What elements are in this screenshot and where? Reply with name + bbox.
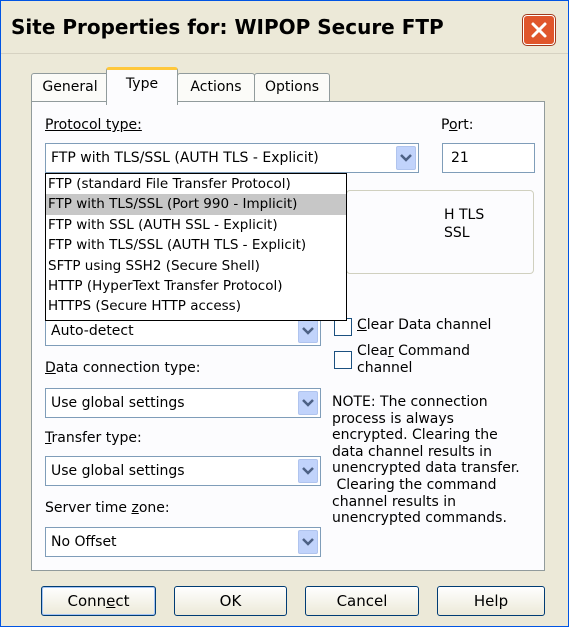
server-time-zone-label: Server time zone: xyxy=(45,500,170,516)
clear-data-label-rest: lear Data channel xyxy=(366,317,492,333)
connect-label-b: ct xyxy=(115,592,130,610)
group-text-line1: H TLS xyxy=(444,207,485,223)
note-line: data channel results in xyxy=(332,443,492,460)
note-line: unencrypted data transfer. xyxy=(332,460,520,477)
connect-label-a: Conn xyxy=(67,592,107,610)
clear-command-label-b: Command xyxy=(393,343,471,359)
protocol-option[interactable]: SFTP using SSH2 (Secure Shell) xyxy=(46,256,346,276)
port-label-b: rt: xyxy=(457,117,474,133)
ok-button[interactable]: OK xyxy=(174,586,287,616)
chevron-down-icon xyxy=(302,327,314,335)
tab-options[interactable]: Options xyxy=(254,73,330,102)
protocol-type-dropdown-list: FTP (standard File Transfer Protocol) FT… xyxy=(45,173,347,321)
data-connection-type-select[interactable]: Use global settings xyxy=(45,388,321,418)
clear-command-label-a: Clea xyxy=(357,343,388,359)
help-button[interactable]: Help xyxy=(437,586,545,616)
transfer-type-select[interactable]: Use global settings xyxy=(45,456,321,486)
chevron-down-icon xyxy=(302,399,314,407)
note-line: Clearing the command xyxy=(332,476,497,493)
data-connection-label-u: D xyxy=(45,360,56,376)
protocol-option-highlighted[interactable]: FTP with TLS/SSL (Port 990 - Implicit) xyxy=(46,194,346,215)
server-time-zone-dropdown-button[interactable] xyxy=(298,530,318,554)
protocol-option[interactable]: FTP with TLS/SSL (AUTH TLS - Explicit) xyxy=(46,235,346,255)
encryption-group-box xyxy=(346,190,534,274)
port-label-a: P xyxy=(441,117,449,133)
data-connection-type-label: Data connection type: xyxy=(45,360,200,376)
chevron-down-icon xyxy=(302,467,314,475)
note-line: unencrypted commands. xyxy=(332,510,507,527)
data-connection-label-rest: ata connection type: xyxy=(55,360,201,376)
site-properties-dialog: Site Properties for: WIPOP Secure FTP Ge… xyxy=(0,0,569,627)
transfer-label-rest: ransfer type: xyxy=(51,430,142,446)
group-text-line2: SSL xyxy=(444,225,470,241)
clear-command-channel-checkbox[interactable] xyxy=(334,351,352,369)
chevron-down-icon xyxy=(302,538,314,546)
protocol-option[interactable]: HTTP (HyperText Transfer Protocol) xyxy=(46,276,346,296)
server-time-zone-select[interactable]: No Offset xyxy=(45,527,321,557)
auto-detect-dropdown-button[interactable] xyxy=(298,319,318,343)
close-icon xyxy=(531,22,547,38)
clear-data-label-u: C xyxy=(357,317,367,333)
clear-command-label-line2: channel xyxy=(357,360,413,376)
title-bar[interactable]: Site Properties for: WIPOP Secure FTP xyxy=(1,1,568,54)
protocol-type-label-text: Protocol type: xyxy=(45,117,142,133)
timezone-label-u: z xyxy=(131,500,139,516)
protocol-type-label: Protocol type: xyxy=(45,117,142,133)
protocol-option[interactable]: HTTPS (Secure HTTP access) xyxy=(46,296,346,316)
transfer-type-dropdown-button[interactable] xyxy=(298,459,318,483)
protocol-type-select[interactable]: FTP with TLS/SSL (AUTH TLS - Explicit) xyxy=(45,143,419,173)
dialog-title: Site Properties for: WIPOP Secure FTP xyxy=(11,15,444,39)
note-line: encrypted. Clearing the xyxy=(332,427,498,444)
server-time-zone-value: No Offset xyxy=(51,534,117,550)
auto-detect-value: Auto-detect xyxy=(51,323,134,339)
tab-general[interactable]: General xyxy=(31,73,109,102)
connect-button[interactable]: Connect xyxy=(41,586,156,616)
transfer-type-value: Use global settings xyxy=(51,463,185,479)
note-line: process is always xyxy=(332,410,454,427)
connect-label-u: e xyxy=(106,592,116,610)
protocol-option[interactable]: FTP with SSL (AUTH SSL - Explicit) xyxy=(46,215,346,235)
close-button[interactable] xyxy=(523,15,555,45)
port-label: Port: xyxy=(441,117,474,133)
transfer-type-label: Transfer type: xyxy=(45,430,142,446)
tab-actions[interactable]: Actions xyxy=(177,73,255,102)
encryption-note: NOTE: The connection process is always e… xyxy=(332,394,542,527)
port-input[interactable]: 21 xyxy=(442,143,535,173)
cancel-button[interactable]: Cancel xyxy=(305,586,419,616)
protocol-option[interactable]: FTP (standard File Transfer Protocol) xyxy=(46,174,346,194)
clear-command-channel-label: Clear Command channel xyxy=(357,343,470,377)
timezone-label-a: Server time xyxy=(45,500,132,516)
protocol-type-dropdown-button[interactable] xyxy=(396,146,416,170)
note-line: channel results in xyxy=(332,493,456,510)
port-label-u: o xyxy=(448,117,458,133)
protocol-type-value: FTP with TLS/SSL (AUTH TLS - Explicit) xyxy=(51,150,319,166)
note-line: NOTE: The connection xyxy=(332,394,488,410)
chevron-down-icon xyxy=(400,154,412,162)
timezone-label-b: one: xyxy=(138,500,170,516)
clear-data-channel-label: Clear Data channel xyxy=(357,317,491,333)
tab-type[interactable]: Type xyxy=(106,67,178,105)
data-connection-dropdown-button[interactable] xyxy=(298,391,318,415)
data-connection-type-value: Use global settings xyxy=(51,395,185,411)
